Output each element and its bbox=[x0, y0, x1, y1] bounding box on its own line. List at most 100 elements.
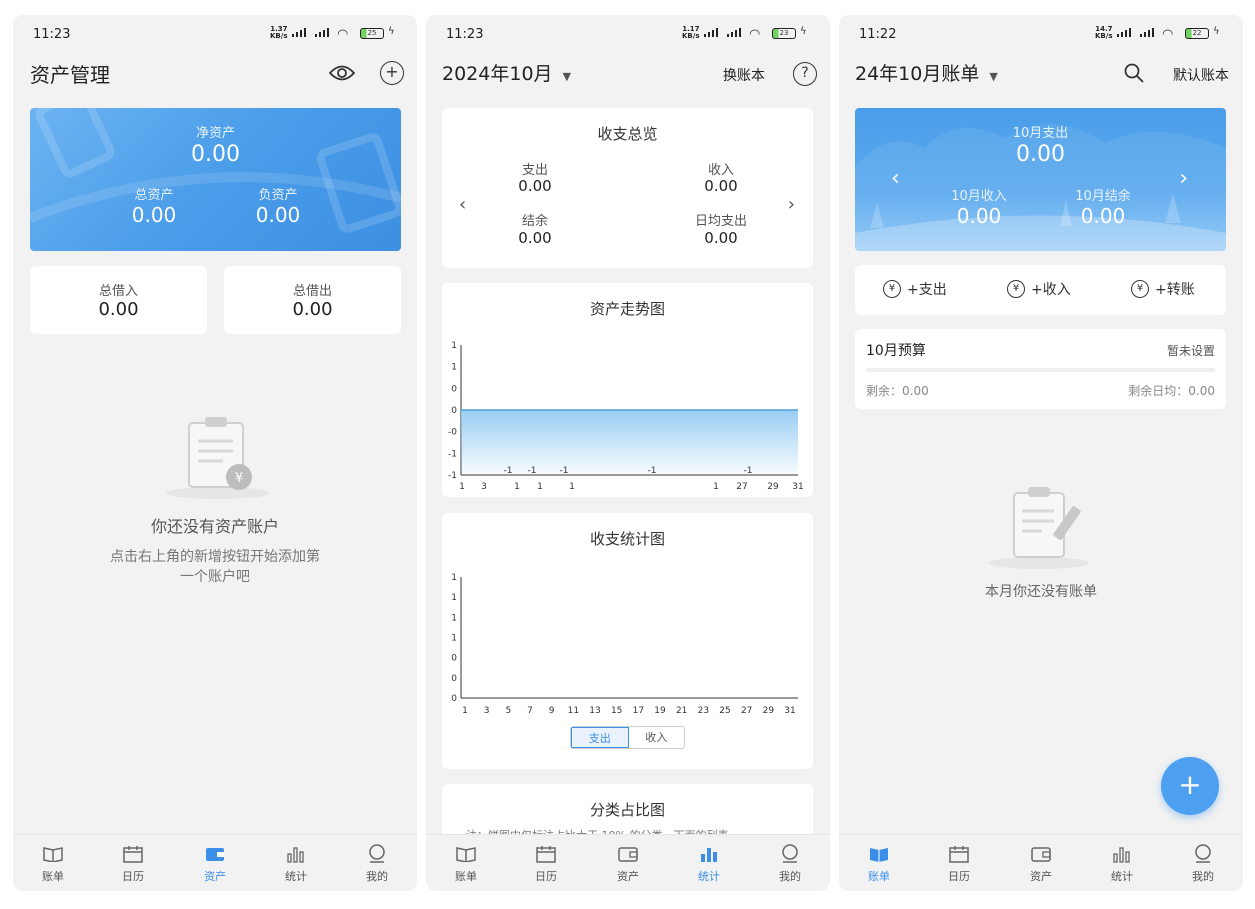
x-tick-label: 5 bbox=[505, 706, 511, 716]
prev-month-icon[interactable]: ‹ bbox=[891, 166, 900, 191]
balance-value: 0.00 bbox=[518, 229, 552, 247]
empty-desc-2: 一个账户吧 bbox=[180, 569, 250, 585]
y-tick-label: 1 bbox=[451, 363, 457, 373]
x-tick-label: 7 bbox=[527, 706, 533, 716]
search-icon[interactable] bbox=[1124, 63, 1144, 87]
signal-icon bbox=[727, 28, 741, 37]
point-label: -1 bbox=[504, 466, 513, 476]
x-tick-label: 13 bbox=[589, 706, 600, 716]
tab-calendar[interactable]: 日历 bbox=[516, 843, 576, 884]
add-income-button[interactable]: ¥ +收入 bbox=[1007, 279, 1071, 299]
x-tick-label: 19 bbox=[654, 706, 666, 716]
asset-screen: 11:23 1.37 KB/s ◠ 25 ϟ 资产管理 + 净资产 0.00 总资… bbox=[13, 15, 417, 891]
bills-screen: 11:22 14.7 KB/s ◠ 22 ϟ 24年10月账单 ▼ 默认账本 ‹ … bbox=[839, 15, 1243, 891]
overview-card: 收支总览 ‹ › 支出 0.00 收入 0.00 结余 0.00 日均支出 0.… bbox=[442, 108, 813, 268]
next-month-icon[interactable]: › bbox=[1179, 166, 1188, 191]
x-tick-label: 1 bbox=[514, 482, 520, 492]
trend-chart: 1100-0-1-11 3 1 1 1 1 27 29 31-1 -1 -1 -1 -1 bbox=[448, 341, 804, 492]
network-speed: 14.7 KB/s bbox=[1095, 25, 1113, 40]
tab-calendar[interactable]: 日历 bbox=[929, 843, 989, 884]
x-tick-label: 1 bbox=[459, 482, 465, 492]
profile-icon bbox=[1173, 843, 1233, 865]
network-speed: 1.17 KB/s bbox=[682, 25, 700, 40]
borrowed-label: 总借入 bbox=[98, 284, 138, 299]
y-tick-label: 0 bbox=[451, 384, 457, 394]
income-label: 收入 bbox=[707, 163, 734, 178]
x-tick-label: 31 bbox=[784, 706, 795, 716]
lent-card[interactable]: 总借出 0.00 bbox=[224, 266, 401, 334]
add-bill-fab[interactable]: + bbox=[1161, 757, 1219, 815]
chevron-right-icon[interactable]: › bbox=[788, 194, 795, 215]
empty-bill-text: 本月你还没有账单 bbox=[985, 584, 1097, 600]
status-bar: 11:23 1.37 KB/s ◠ 25 ϟ bbox=[13, 15, 417, 55]
eye-icon[interactable] bbox=[328, 64, 356, 82]
y-tick-label: 1 bbox=[451, 613, 457, 623]
tab-bills[interactable]: 账单 bbox=[23, 843, 83, 884]
default-book-button[interactable]: 默认账本 bbox=[1173, 65, 1229, 85]
lent-label: 总借出 bbox=[292, 284, 332, 299]
x-tick-label: 23 bbox=[698, 706, 709, 716]
point-label: -1 bbox=[648, 466, 657, 476]
add-expense-button[interactable]: ¥ +支出 bbox=[883, 279, 947, 299]
tab-mine[interactable]: 我的 bbox=[1173, 843, 1233, 884]
budget-title: 10月预算 bbox=[866, 343, 926, 359]
x-tick-label: 27 bbox=[741, 706, 752, 716]
tab-mine[interactable]: 我的 bbox=[347, 843, 407, 884]
tab-assets[interactable]: 资产 bbox=[598, 843, 658, 884]
balance-label: 结余 bbox=[521, 214, 548, 229]
tab-assets[interactable]: 资产 bbox=[185, 843, 245, 884]
toggle-income[interactable]: 收入 bbox=[629, 727, 685, 748]
budget-status: 暂未设置 bbox=[1166, 344, 1215, 358]
empty-desc-1: 点击右上角的新增按钮开始添加第 bbox=[110, 549, 320, 565]
y-tick-label: 0 bbox=[451, 694, 457, 704]
tab-bills[interactable]: 账单 bbox=[849, 843, 909, 884]
status-bar: 11:23 1.17 KB/s ◠ 23 ϟ bbox=[426, 15, 830, 55]
liabilities-value: 0.00 bbox=[255, 203, 301, 227]
tab-calendar[interactable]: 日历 bbox=[103, 843, 163, 884]
daily-expense-label: 日均支出 bbox=[694, 214, 747, 229]
tab-assets[interactable]: 资产 bbox=[1011, 843, 1071, 884]
y-tick-label: -0 bbox=[448, 428, 457, 438]
borrowed-card[interactable]: 总借入 0.00 bbox=[30, 266, 207, 334]
add-account-icon[interactable]: + bbox=[380, 61, 404, 85]
tab-stats[interactable]: 统计 bbox=[266, 843, 326, 884]
yen-circle-icon: ¥ bbox=[883, 280, 901, 298]
chevron-left-icon[interactable]: ‹ bbox=[459, 194, 466, 215]
borrowed-value: 0.00 bbox=[98, 299, 139, 320]
tab-mine[interactable]: 我的 bbox=[760, 843, 820, 884]
stats-chart-card: 收支统计图 1 1 1 1 0 0 0 1 3 5 7 9 11 13 15 17 19 21 23 25 27 29 31… bbox=[442, 513, 813, 769]
month-selector[interactable]: 2024年10月 ▼ bbox=[442, 59, 571, 86]
signal-icon bbox=[292, 28, 306, 37]
y-tick-label: -1 bbox=[448, 471, 457, 481]
tab-stats[interactable]: 统计 bbox=[1092, 843, 1152, 884]
x-tick-label: 29 bbox=[763, 706, 775, 716]
book-icon bbox=[849, 843, 909, 865]
x-tick-label: 21 bbox=[676, 706, 687, 716]
x-tick-label: 11 bbox=[568, 706, 579, 716]
switch-book-button[interactable]: 换账本 bbox=[723, 65, 765, 85]
daily-expense-value: 0.00 bbox=[704, 229, 738, 247]
month-expense-value: 0.00 bbox=[1016, 142, 1065, 167]
tab-bills[interactable]: 账单 bbox=[436, 843, 496, 884]
toggle-expense[interactable]: 支出 bbox=[571, 727, 629, 748]
x-tick-label: 31 bbox=[792, 482, 803, 492]
x-tick-label: 3 bbox=[484, 706, 490, 716]
point-label: -1 bbox=[744, 466, 753, 476]
month-income-label: 10月收入 bbox=[951, 189, 1007, 204]
battery-icon: 22 bbox=[1185, 28, 1209, 39]
money-bag-icon: ¥ bbox=[1007, 280, 1025, 298]
bar-chart-icon bbox=[679, 843, 739, 865]
add-transfer-button[interactable]: ¥ +转账 bbox=[1131, 279, 1195, 299]
help-icon[interactable]: ? bbox=[793, 62, 817, 86]
total-assets-value: 0.00 bbox=[131, 203, 177, 227]
charging-icon: ϟ bbox=[1213, 26, 1220, 37]
quick-actions: ¥ +支出 ¥ +收入 ¥ +转账 bbox=[855, 265, 1226, 315]
x-tick-label: 25 bbox=[719, 706, 730, 716]
stats-screen: 11:23 1.17 KB/s ◠ 23 ϟ 2024年10月 ▼ 换账本 ? 收… bbox=[426, 15, 830, 891]
book-icon bbox=[436, 843, 496, 865]
signal-icon bbox=[315, 28, 329, 37]
bill-month-selector[interactable]: 24年10月账单 ▼ bbox=[855, 59, 998, 86]
budget-card[interactable]: 10月预算 暂未设置 剩余：0.00 剩余日均：0.00 bbox=[855, 329, 1226, 409]
tab-stats[interactable]: 统计 bbox=[679, 843, 739, 884]
tab-bar: 账单 日历 资产 统计 我的 bbox=[839, 834, 1243, 891]
